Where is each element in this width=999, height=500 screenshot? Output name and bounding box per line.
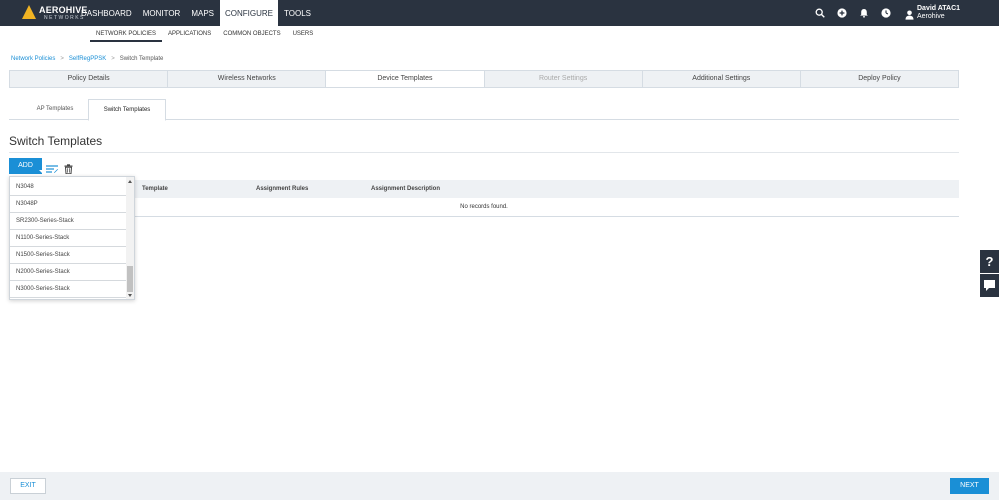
scrollbar-thumb[interactable] xyxy=(127,266,133,292)
help-question-icon[interactable]: ? xyxy=(980,250,999,273)
nav-dashboard[interactable]: DASHBOARD xyxy=(76,0,137,26)
column-template[interactable]: Template xyxy=(142,180,168,198)
breadcrumb-network-policies[interactable]: Network Policies xyxy=(11,56,55,62)
edit-list-icon[interactable] xyxy=(46,161,58,173)
dropdown-option-n3000-series-stack[interactable]: N3000-Series-Stack xyxy=(10,281,127,298)
trash-icon[interactable] xyxy=(64,161,73,175)
user-org: Aerohive xyxy=(917,13,945,20)
divider xyxy=(9,152,959,153)
template-tabs: AP Templates Switch Templates xyxy=(9,99,959,121)
feedback-icon[interactable] xyxy=(980,274,999,297)
aerohive-logo[interactable]: AEROHIVE NETWORKS xyxy=(22,5,87,22)
subnav-applications[interactable]: APPLICATIONS xyxy=(162,28,217,42)
nav-maps[interactable]: MAPS xyxy=(186,0,219,26)
user-menu[interactable]: David ATAC1 Aerohive xyxy=(905,5,975,21)
column-assignment-rules[interactable]: Assignment Rules xyxy=(256,180,308,198)
page-title: Switch Templates xyxy=(9,134,103,148)
logo-mark-icon xyxy=(22,5,36,19)
add-circle-icon[interactable] xyxy=(837,8,847,18)
search-icon[interactable] xyxy=(815,8,825,18)
switch-model-dropdown: N3048 N3048P SR2300-Series-Stack N1100-S… xyxy=(9,176,135,300)
exit-button[interactable]: EXIT xyxy=(10,478,46,494)
nav-monitor[interactable]: MONITOR xyxy=(138,0,186,26)
user-name: David ATAC1 xyxy=(917,5,961,12)
step-router-settings: Router Settings xyxy=(484,71,643,87)
table-header: Template Assignment Rules Assignment Des… xyxy=(9,180,959,198)
wizard-footer xyxy=(0,472,999,500)
dropdown-option-n3048p[interactable]: N3048P xyxy=(10,196,127,213)
nav-configure[interactable]: CONFIGURE xyxy=(220,0,278,26)
breadcrumb-selfregppsk[interactable]: SelfRegPPSK xyxy=(69,56,106,62)
step-wireless-networks[interactable]: Wireless Networks xyxy=(168,71,327,87)
empty-table-message: No records found. xyxy=(9,198,959,217)
dropdown-option-n3048[interactable]: N3048 xyxy=(10,179,127,196)
top-navigation-bar: AEROHIVE NETWORKS DASHBOARD MONITOR MAPS… xyxy=(0,0,999,26)
add-button[interactable]: ADD xyxy=(9,158,42,174)
scroll-up-icon[interactable] xyxy=(128,180,132,183)
step-additional-settings[interactable]: Additional Settings xyxy=(642,71,801,87)
breadcrumb-current: Switch Template xyxy=(119,56,164,62)
next-button[interactable]: NEXT xyxy=(950,478,989,494)
nav-tools[interactable]: TOOLS xyxy=(279,0,316,26)
subnav-common-objects[interactable]: COMMON OBJECTS xyxy=(217,28,286,42)
chevron-down-icon xyxy=(39,170,42,173)
subnav-network-policies[interactable]: NETWORK POLICIES xyxy=(90,28,163,42)
dropdown-option-n1100-series-stack[interactable]: N1100-Series-Stack xyxy=(10,230,127,247)
subnav-users[interactable]: USERS xyxy=(287,28,320,42)
dropdown-option-n2000-series-stack[interactable]: N2000-Series-Stack xyxy=(10,264,127,281)
configure-subnav: NETWORK POLICIES APPLICATIONS COMMON OBJ… xyxy=(90,28,319,42)
breadcrumb-separator-icon: > xyxy=(111,56,115,62)
main-nav: DASHBOARD MONITOR MAPS CONFIGURE TOOLS xyxy=(76,0,317,26)
scroll-down-icon[interactable] xyxy=(128,294,132,297)
step-device-templates[interactable]: Device Templates xyxy=(326,71,485,87)
breadcrumb-separator-icon: > xyxy=(60,56,64,62)
step-deploy-policy[interactable]: Deploy Policy xyxy=(800,71,959,87)
tab-switch-templates[interactable]: Switch Templates xyxy=(88,99,166,121)
clock-icon[interactable] xyxy=(881,8,891,18)
breadcrumb: Network Policies > SelfRegPPSK > Switch … xyxy=(11,56,163,62)
column-assignment-description[interactable]: Assignment Description xyxy=(371,180,440,198)
dropdown-option-n1500-series-stack[interactable]: N1500-Series-Stack xyxy=(10,247,127,264)
bell-icon[interactable] xyxy=(859,8,869,18)
dropdown-option-sr2300-series-stack[interactable]: SR2300-Series-Stack xyxy=(10,213,127,230)
policy-wizard-steps: Policy Details Wireless Networks Device … xyxy=(9,70,959,88)
user-icon xyxy=(905,7,914,20)
step-policy-details[interactable]: Policy Details xyxy=(10,71,169,87)
dropdown-scrollbar[interactable] xyxy=(126,177,134,299)
